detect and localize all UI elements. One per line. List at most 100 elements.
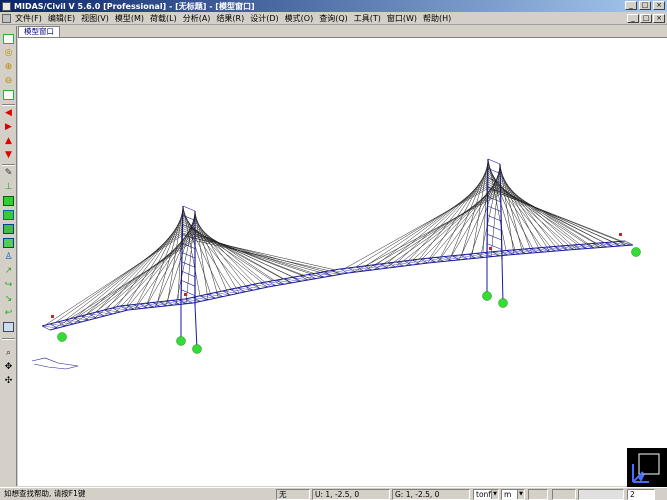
- menu-results[interactable]: 结果(R): [214, 13, 248, 24]
- deck-cross-member: [605, 242, 614, 247]
- move-icon[interactable]: ⌕: [3, 348, 14, 358]
- stay-cable: [44, 235, 183, 326]
- grip-icon[interactable]: ✥: [3, 362, 14, 372]
- maximize-button[interactable]: □: [639, 1, 651, 10]
- length-unit-select[interactable]: m ▼: [501, 489, 525, 500]
- deck-diagonal: [547, 246, 563, 251]
- menu-edit[interactable]: 编辑(E): [46, 13, 79, 24]
- pan-down-icon[interactable]: ▼: [3, 150, 14, 160]
- vertical-toolbar: ◎ ⊕ ⊖ ◀ ▶ ▲ ▼ ✎ ⊥ ♙ ↗ ↪ ↘ ↩ ⌕ ✥ ✣: [0, 26, 17, 486]
- end-support-node: [631, 247, 641, 257]
- view-icon[interactable]: ↩: [3, 308, 14, 318]
- tower-strut: [182, 215, 196, 221]
- menu-bar: 文件(F) 编辑(E) 视图(V) 模型(M) 荷载(L) 分析(A) 结果(R…: [0, 12, 667, 25]
- deck-diagonal: [511, 249, 527, 254]
- stay-cable: [52, 240, 196, 330]
- pan-left-icon[interactable]: ◀: [3, 108, 14, 118]
- axis-indicator: [627, 448, 667, 488]
- deck-diagonal: [566, 245, 582, 250]
- dropdown-arrow-icon[interactable]: ▼: [491, 490, 498, 499]
- model-canvas[interactable]: [18, 37, 667, 486]
- minimize-button[interactable]: _: [625, 1, 637, 10]
- pier-support-node: [176, 336, 186, 346]
- menu-view[interactable]: 视图(V): [79, 13, 113, 24]
- app-window: MIDAS/Civil V 5.6.0 [Professional] - [无标…: [0, 0, 667, 500]
- status-option-box[interactable]: [528, 489, 548, 500]
- force-unit-select[interactable]: tonf ▼: [473, 489, 499, 500]
- load-marker: [489, 247, 492, 250]
- zoom-fit-icon[interactable]: [3, 34, 14, 44]
- page-value: 2: [630, 490, 635, 499]
- mdi-close-button[interactable]: ×: [653, 14, 665, 23]
- menu-model[interactable]: 模型(M): [113, 13, 148, 24]
- mdi-controls: _ □ ×: [627, 14, 665, 23]
- tab-model-window[interactable]: 模型窗口: [18, 26, 60, 37]
- menu-file[interactable]: 文件(F): [13, 13, 46, 24]
- end-support-node: [57, 332, 67, 342]
- status-selection: 无: [276, 489, 310, 500]
- mdi-restore-button[interactable]: □: [640, 14, 652, 23]
- pier-support-node: [482, 291, 492, 301]
- pier-support-node: [192, 344, 202, 354]
- zoom-in-icon[interactable]: ⊕: [3, 62, 14, 72]
- dropdown-arrow-icon[interactable]: ▼: [517, 490, 524, 499]
- tower-strut: [487, 233, 502, 241]
- stay-cable: [487, 174, 569, 246]
- status-help-text: 如想查找帮助, 请按F1键: [4, 489, 86, 498]
- document-icon[interactable]: [2, 13, 11, 23]
- app-logo-icon: [2, 1, 11, 11]
- mdi-minimize-button[interactable]: _: [627, 14, 639, 23]
- pan-tool-icon[interactable]: ✣: [3, 376, 14, 386]
- zoom-window-icon[interactable]: ◎: [3, 48, 14, 58]
- pier-column: [501, 258, 504, 304]
- status-progress-area: [578, 489, 624, 500]
- copy-icon[interactable]: [3, 224, 14, 234]
- menu-tools[interactable]: 工具(T): [352, 13, 385, 24]
- menu-mode[interactable]: 模式(O): [283, 13, 318, 24]
- status-global-coordinate: G: 1, -2.5, 0: [392, 489, 470, 500]
- menu-help[interactable]: 帮助(H): [421, 13, 455, 24]
- status-option-box[interactable]: [552, 489, 576, 500]
- stay-cable: [487, 183, 605, 243]
- deck-cross-member: [624, 240, 634, 246]
- select-icon[interactable]: [3, 322, 14, 332]
- menu-window[interactable]: 窗口(W): [385, 13, 421, 24]
- stay-cable: [182, 221, 273, 281]
- hidden-icon[interactable]: ↗: [3, 266, 14, 276]
- load-marker: [51, 315, 54, 318]
- auto-fit-icon[interactable]: [3, 90, 14, 100]
- menu-analysis[interactable]: 分析(A): [181, 13, 215, 24]
- status-bar: 如想查找帮助, 请按F1键 无 U: 1, -2.5, 0 G: 1, -2.5…: [0, 487, 667, 500]
- display-icon[interactable]: ✎: [3, 168, 14, 178]
- tower-strut: [181, 289, 196, 296]
- rotate-icon[interactable]: ♙: [3, 252, 14, 262]
- element-icon[interactable]: [3, 196, 14, 206]
- status-ucs-coordinate: U: 1, -2.5, 0: [312, 489, 390, 500]
- menu-load[interactable]: 荷载(L): [148, 13, 181, 24]
- perspective-icon[interactable]: ↪: [3, 280, 14, 290]
- render-icon[interactable]: ↘: [3, 294, 14, 304]
- pier-column: [194, 304, 198, 350]
- shrink-icon[interactable]: [3, 210, 14, 220]
- close-button[interactable]: ×: [653, 1, 665, 10]
- load-marker: [184, 293, 187, 296]
- boundary-icon[interactable]: [3, 238, 14, 248]
- stay-cable: [487, 170, 551, 247]
- menu-design[interactable]: 设计(D): [248, 13, 282, 24]
- menu-query[interactable]: 查询(Q): [317, 13, 352, 24]
- stay-cable: [500, 184, 595, 249]
- pan-right-icon[interactable]: ▶: [3, 122, 14, 132]
- node-icon[interactable]: ⊥: [3, 182, 14, 192]
- title-bar[interactable]: MIDAS/Civil V 5.6.0 [Professional] - [无标…: [0, 0, 667, 12]
- pan-up-icon[interactable]: ▲: [3, 136, 14, 146]
- stay-cable: [500, 193, 631, 246]
- stay-cable: [395, 184, 501, 268]
- stay-cable: [194, 229, 292, 284]
- stay-cable: [194, 231, 302, 282]
- deck-diagonal: [529, 248, 545, 253]
- stay-cable: [194, 238, 333, 276]
- deck-cross-member: [585, 243, 595, 249]
- page-spin-field[interactable]: 2: [627, 489, 655, 500]
- zoom-out-icon[interactable]: ⊖: [3, 76, 14, 86]
- stay-cable: [55, 232, 183, 323]
